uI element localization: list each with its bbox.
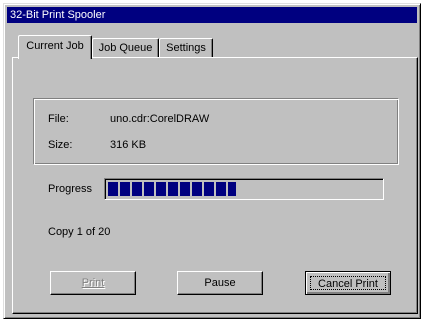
copy-status: Copy 1 of 20 [48,226,111,238]
job-info-group: File: uno.cdr:CorelDRAW Size: 316 KB [33,98,399,165]
progress-label: Progress [48,183,93,195]
cancel-print-button-label: Cancel Print [318,278,378,290]
tab-settings[interactable]: Settings [159,38,213,58]
tab-current-job-label: Current Job [26,40,84,52]
size-value: 316 KB [110,139,147,151]
current-job-panel: File: uno.cdr:CorelDRAW Size: 316 KB Pro… [12,57,418,314]
tab-settings-label: Settings [166,42,206,54]
cancel-print-button[interactable]: Cancel Print [305,271,391,295]
progress-bar-fill [108,182,236,196]
tab-job-queue-label: Job Queue [98,42,153,54]
tab-job-queue[interactable]: Job Queue [92,38,159,58]
cancel-print-focus: Cancel Print [310,276,386,290]
window-title[interactable]: 32-Bit Print Spooler [7,7,417,23]
pause-button[interactable]: Pause [177,271,263,295]
file-value: uno.cdr:CorelDRAW [110,113,210,125]
file-label: File: [48,113,69,125]
tab-current-job[interactable]: Current Job [18,35,92,59]
progress-bar [104,178,384,200]
print-spooler-window: 32-Bit Print Spooler Current Job Job Que… [3,3,421,319]
print-button-label: Print [81,277,105,289]
size-label: Size: [48,139,73,151]
print-button[interactable]: Print [50,271,136,295]
pause-button-label: Pause [204,277,236,289]
